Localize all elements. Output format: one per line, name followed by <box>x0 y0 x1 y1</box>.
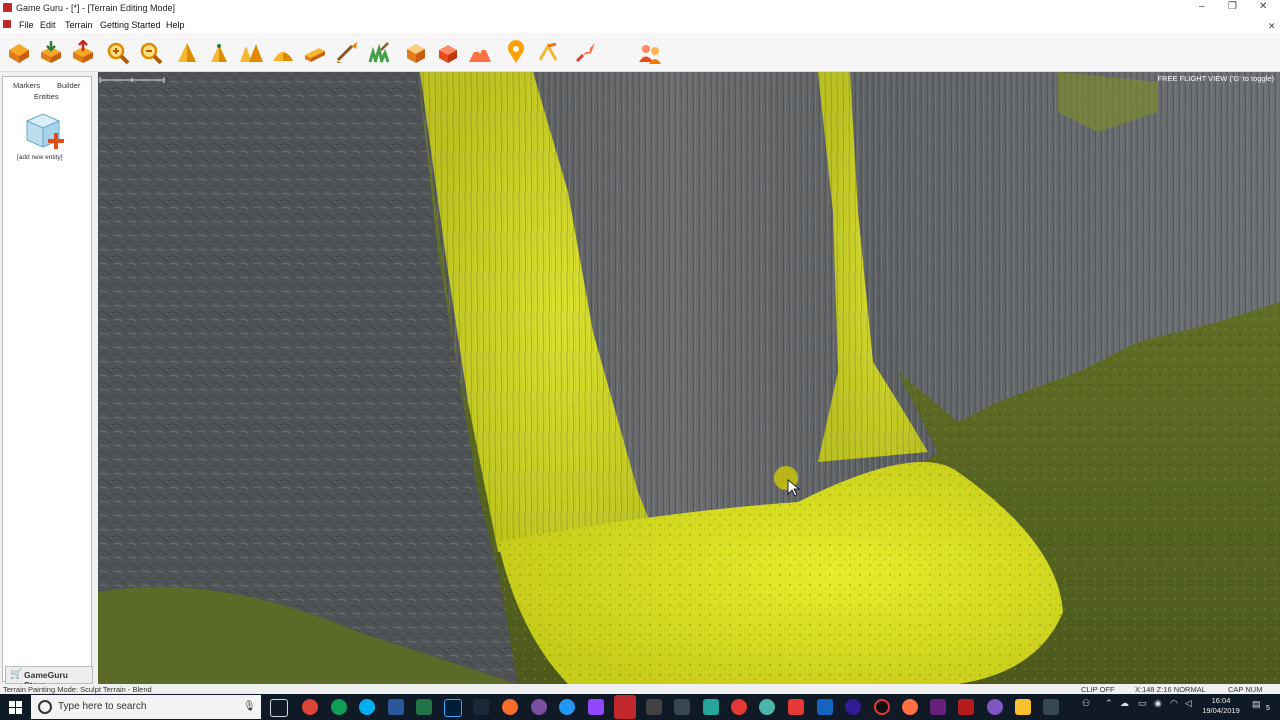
entity-panel-body: Markers Builder Entities [add new entity… <box>2 76 93 690</box>
open-level-icon[interactable] <box>38 40 64 66</box>
app-icon-green[interactable] <box>759 699 775 715</box>
mode-status: Terrain Painting Mode: Sculpt Terrain - … <box>3 685 152 694</box>
menu-terrain[interactable]: Terrain <box>65 20 93 30</box>
zoom-in-icon[interactable] <box>105 40 131 66</box>
add-entity-label[interactable]: [add new entity] <box>17 154 63 161</box>
twitch-icon[interactable] <box>588 699 604 715</box>
tab-markers[interactable]: Markers <box>13 81 40 90</box>
app-icon <box>3 3 12 12</box>
clock-time: 16:04 <box>1211 696 1231 705</box>
windows-start-icon[interactable] <box>9 701 22 714</box>
clock-date: 19/04/2019 <box>1202 706 1240 715</box>
skype-icon[interactable] <box>359 699 375 715</box>
lower-terrain-icon[interactable] <box>206 40 232 66</box>
menu-getting-started[interactable]: Getting Started <box>100 20 161 30</box>
doc-icon <box>3 20 11 28</box>
people-icon[interactable]: ⚇ <box>1082 698 1090 709</box>
app-icon-dark[interactable] <box>674 699 690 715</box>
taskbar-search-input[interactable]: Type here to search 🎙 <box>31 695 261 719</box>
paint-grass-icon[interactable] <box>366 40 392 66</box>
zoom-out-icon[interactable] <box>138 40 164 66</box>
social-vr-icon[interactable] <box>535 40 561 66</box>
tab-entities[interactable]: Entities <box>34 92 59 101</box>
windows-taskbar: Type here to search 🎙 ⚇ ⌃ ☁ ▭ ◉ ◠ ◁ 16:0… <box>0 694 1280 720</box>
task-view-icon[interactable] <box>270 699 288 717</box>
status-bar: Terrain Painting Mode: Sculpt Terrain - … <box>0 684 1280 703</box>
entity-panel: Markers Builder Entities [add new entity… <box>0 72 98 690</box>
app-icon-gray[interactable] <box>1043 699 1059 715</box>
app-icon-red-2[interactable] <box>788 699 804 715</box>
tab-builder[interactable]: Builder <box>57 81 80 90</box>
unity-icon[interactable] <box>646 699 662 715</box>
tray-chevron-icon[interactable]: ⌃ <box>1105 698 1113 709</box>
word-icon[interactable] <box>388 699 404 715</box>
view-mode-label: FREE FLIGHT VIEW ('G' to toggle) <box>1157 74 1274 83</box>
obs-icon[interactable] <box>874 699 890 715</box>
menu-bar: File Edit Terrain Getting Started Help ✕ <box>0 17 1280 32</box>
build-game-icon[interactable] <box>637 40 663 66</box>
cart-icon: 🛒 <box>10 669 23 680</box>
minimize-button[interactable]: – <box>1199 1 1205 12</box>
ramp-terrain-icon[interactable] <box>302 40 328 66</box>
firefox-icon[interactable] <box>902 699 918 715</box>
blend-terrain-icon[interactable] <box>270 40 296 66</box>
photoshop-icon[interactable] <box>444 699 462 717</box>
wifi-icon[interactable]: ◠ <box>1170 698 1178 709</box>
chrome-icon[interactable] <box>302 699 318 715</box>
app-icon-teal[interactable] <box>703 699 719 715</box>
menu-file[interactable]: File <box>19 20 34 30</box>
volume-icon[interactable]: ◁ <box>1185 698 1192 709</box>
search-icon <box>38 700 52 714</box>
test-game-icon[interactable] <box>467 40 493 66</box>
flatten-terrain-icon[interactable] <box>238 40 264 66</box>
app-icon-indigo[interactable] <box>845 699 861 715</box>
doc-close-button[interactable]: ✕ <box>1268 21 1276 32</box>
app-icon-red[interactable] <box>731 699 747 715</box>
app-icon-violet[interactable] <box>987 699 1003 715</box>
test-level-icon[interactable] <box>572 40 598 66</box>
clip-status: CLIP OFF <box>1081 685 1115 694</box>
paint-terrain-icon[interactable] <box>334 40 360 66</box>
app-icon-blue[interactable] <box>559 699 575 715</box>
cloud-icon[interactable]: ☁ <box>1120 698 1129 709</box>
waypoint-icon[interactable] <box>503 40 529 66</box>
maximize-button[interactable]: ❐ <box>1228 1 1237 12</box>
app-icon-navy[interactable] <box>817 699 833 715</box>
menu-help[interactable]: Help <box>166 20 185 30</box>
coord-status: X:148 Z:16 NORMAL <box>1135 685 1206 694</box>
new-level-icon[interactable] <box>6 40 32 66</box>
chrome-profile-icon[interactable] <box>331 699 347 715</box>
network-icon[interactable]: ▭ <box>1138 698 1147 709</box>
file-explorer-icon[interactable] <box>1015 699 1031 715</box>
steam-icon[interactable] <box>473 699 489 715</box>
close-button[interactable]: ✕ <box>1259 1 1267 12</box>
entity-mode-icon[interactable] <box>403 40 429 66</box>
filezilla-icon[interactable] <box>958 699 974 715</box>
notification-count: 5 <box>1266 705 1270 712</box>
marker-mode-icon[interactable] <box>435 40 461 66</box>
microphone-icon[interactable]: 🎙 <box>243 701 256 712</box>
terrain-viewport[interactable]: FREE FLIGHT VIEW ('G' to toggle) <box>98 72 1280 684</box>
menu-edit[interactable]: Edit <box>40 20 56 30</box>
taskbar-clock[interactable]: 16:04 19/04/2019 <box>1200 696 1242 716</box>
app-icon-purple[interactable] <box>531 699 547 715</box>
origin-icon[interactable] <box>502 699 518 715</box>
save-level-icon[interactable] <box>70 40 96 66</box>
gameguru-taskbar-icon[interactable] <box>614 695 636 719</box>
terrain-scene <box>98 72 1280 684</box>
toolbar <box>0 33 1280 72</box>
add-entity-icon[interactable] <box>23 111 67 151</box>
app-tray-icon[interactable]: ◉ <box>1154 698 1162 709</box>
search-placeholder: Type here to search <box>58 701 147 712</box>
title-bar: Game Guru - [*] - [Terrain Editing Mode]… <box>0 0 1280 16</box>
excel-icon[interactable] <box>416 699 432 715</box>
visual-studio-icon[interactable] <box>930 699 946 715</box>
raise-terrain-icon[interactable] <box>174 40 200 66</box>
window-title: Game Guru - [*] - [Terrain Editing Mode] <box>16 3 176 13</box>
notification-icon[interactable]: ▤ <box>1252 699 1261 710</box>
gameguru-store-button[interactable]: 🛒 GameGuru Store <box>5 666 93 690</box>
